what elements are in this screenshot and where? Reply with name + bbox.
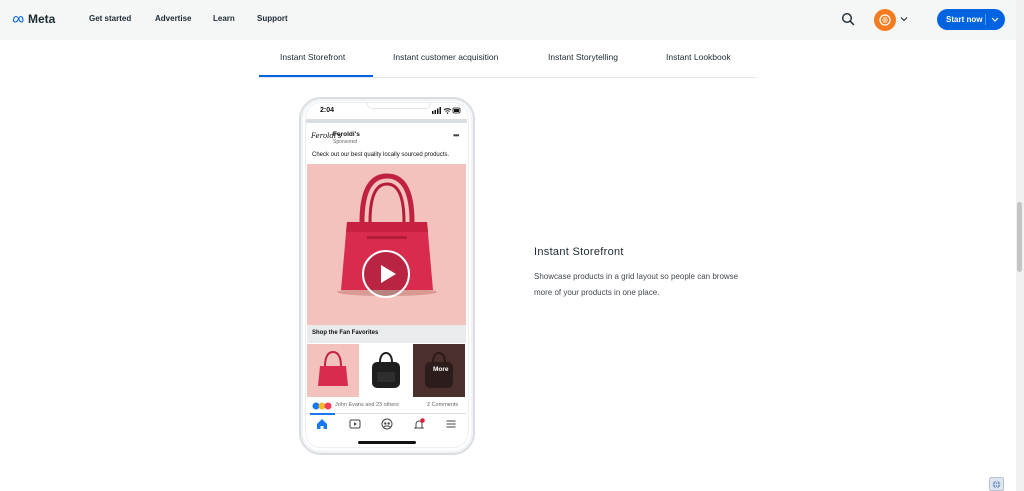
top-navigation-bar: Meta Get started Advertise Learn Support — [0, 0, 1016, 40]
handbag-illustration — [337, 173, 437, 296]
product-thumbnail[interactable] — [360, 344, 412, 397]
post-text: Check out our best quality locally sourc… — [312, 152, 450, 158]
reactions-text[interactable]: John Evans and 23 others — [335, 402, 399, 408]
start-now-button[interactable]: Start now — [937, 9, 1005, 30]
product-thumbnail[interactable] — [307, 344, 359, 397]
status-icons — [432, 107, 461, 114]
play-video-button[interactable] — [362, 250, 410, 298]
video-icon[interactable] — [349, 418, 361, 430]
nav-advertise[interactable]: Advertise — [155, 14, 191, 23]
nav-get-started[interactable]: Get started — [89, 14, 131, 23]
button-divider — [985, 14, 986, 25]
meta-logo-text: Meta — [28, 12, 56, 26]
nav-support[interactable]: Support — [257, 14, 288, 23]
feature-title: Instant Storefront — [534, 246, 624, 258]
brand-name[interactable]: Feroldi's — [333, 131, 360, 138]
feature-description: Showcase products in a grid layout so pe… — [534, 272, 739, 297]
home-icon[interactable] — [316, 418, 328, 430]
shop-collection-label: Shop the Fan Favorites — [312, 330, 379, 336]
tab-instant-storefront[interactable]: Instant Storefront — [280, 52, 345, 62]
app-tab-active-indicator — [310, 413, 335, 415]
account-avatar[interactable] — [874, 9, 896, 31]
globe-glyph — [992, 480, 1001, 488]
meta-infinity-icon — [12, 15, 24, 23]
product-hero-image[interactable] — [307, 164, 466, 325]
notifications-icon[interactable] — [413, 418, 425, 430]
handbag-thumbnail-image — [318, 350, 348, 386]
search-icon[interactable] — [841, 12, 855, 26]
tab-instant-storytelling[interactable]: Instant Storytelling — [548, 52, 618, 62]
globe-icon[interactable] — [989, 477, 1004, 491]
chevron-down-icon[interactable] — [991, 16, 999, 23]
tab-instant-lookbook[interactable]: Instant Lookbook — [666, 52, 731, 62]
reaction-icons — [312, 402, 332, 410]
home-indicator — [358, 441, 416, 444]
product-tabs: Instant Storefront Instant customer acqu… — [259, 48, 756, 78]
backpack-thumbnail-image — [372, 351, 400, 388]
nav-learn[interactable]: Learn — [213, 14, 235, 23]
active-tab-indicator — [259, 75, 373, 77]
play-icon — [381, 265, 396, 283]
sponsored-label: Sponsored · — [333, 139, 361, 145]
feed-separator — [306, 119, 467, 123]
menu-icon[interactable] — [445, 418, 457, 430]
groups-icon[interactable] — [381, 418, 393, 430]
chevron-down-icon[interactable] — [899, 14, 909, 24]
scrollbar-thumb[interactable] — [1017, 202, 1022, 272]
status-time: 2:04 — [320, 107, 335, 114]
more-options-icon[interactable]: ••• — [453, 131, 459, 140]
meta-logo[interactable]: Meta — [12, 12, 55, 26]
start-now-label: Start now — [946, 15, 983, 24]
more-products-label[interactable]: More — [433, 366, 449, 373]
phone-notch — [367, 103, 431, 109]
comments-count[interactable]: 2 Comments — [427, 402, 458, 408]
tab-instant-customer-acquisition[interactable]: Instant customer acquisition — [393, 52, 498, 62]
avatar-logo-icon — [879, 14, 891, 26]
